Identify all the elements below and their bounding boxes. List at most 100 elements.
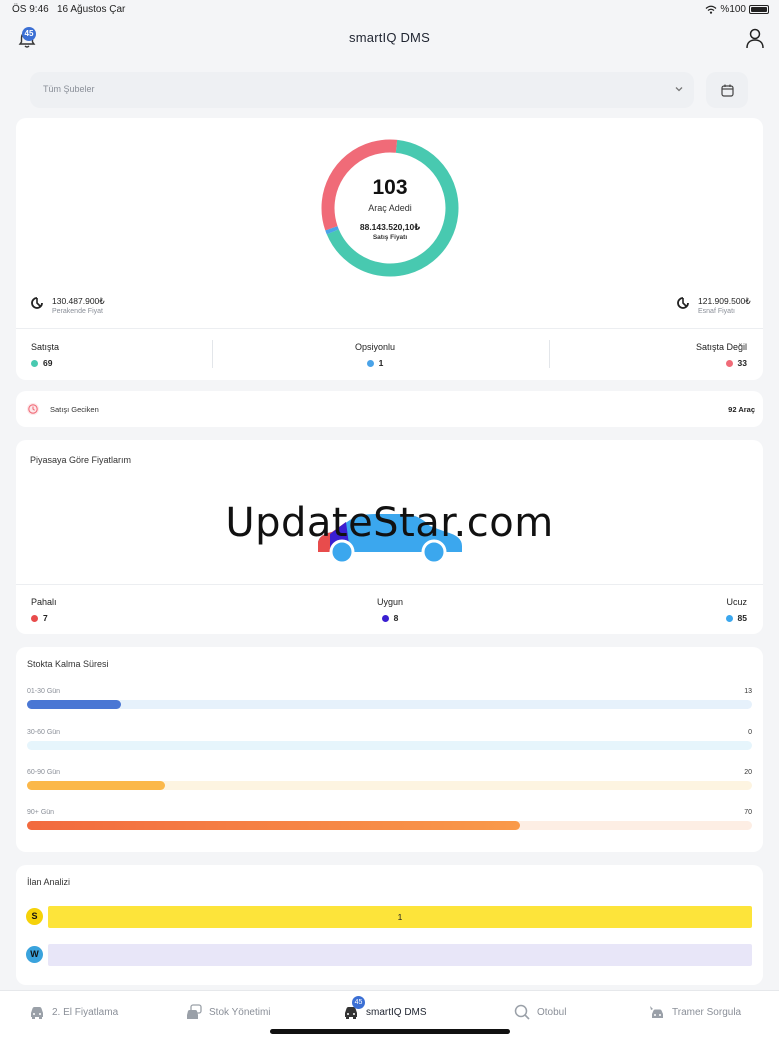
bar-track [27, 741, 752, 750]
divider [549, 340, 550, 368]
stat-value: 85 [737, 613, 747, 623]
tab-tramer-query[interactable]: Tramer Sorgula [648, 1001, 741, 1023]
divider [16, 584, 763, 585]
app-header: 45 smartIQ DMS [0, 20, 779, 56]
delayed-sales-label: Satışı Geciken [50, 405, 99, 414]
ad-analysis-title: İlan Analizi [27, 877, 71, 887]
tab-label: 2. El Fiyatlama [52, 1006, 119, 1018]
sales-price-value: 88.143.520,10₺ [359, 222, 421, 232]
status-bar: ÖS 9:46 16 Ağustos Çar %100 [0, 0, 779, 18]
wifi-icon [705, 5, 717, 14]
stat-fair[interactable]: Uygun 8 [377, 597, 403, 623]
status-date: 16 Ağustos Çar [57, 4, 126, 15]
w-logo: W [26, 946, 43, 963]
divider [212, 340, 213, 368]
status-time: ÖS 9:46 [12, 4, 49, 15]
dealer-price-label: Esnaf Fiyatı [698, 308, 735, 315]
stat-value: 7 [43, 613, 48, 623]
stat-label: Ucuz [726, 597, 747, 607]
bar-track [27, 700, 752, 709]
price-gauge-icon [677, 297, 689, 309]
stat-value: 69 [43, 358, 53, 368]
vehicle-count: 103 [372, 176, 408, 199]
stat-label: Pahalı [31, 597, 57, 607]
sahibinden-logo: S [26, 908, 43, 925]
stat-label: Satışta Değil [695, 342, 747, 352]
donut-center: 103 Araç Adedi 88.143.520,10₺ Satış Fiya… [320, 138, 460, 278]
bar-fill [27, 781, 165, 790]
battery-percent: %100 [720, 4, 746, 15]
search-icon [514, 1004, 530, 1020]
stat-label: Opsiyonlu [355, 342, 396, 352]
status-dot [725, 614, 733, 622]
branch-select[interactable]: Tüm Şubeler [30, 72, 694, 108]
market-price-card: Piyasaya Göre Fiyatlarım UpdateStar.com … [16, 440, 763, 634]
ad-analysis-card: İlan Analizi S 1 W [16, 865, 763, 985]
tab-label: Otobul [537, 1006, 567, 1018]
stat-optional[interactable]: Opsiyonlu 1 [355, 342, 395, 368]
tab-label: Stok Yönetimi [209, 1006, 271, 1018]
status-dot [381, 614, 389, 622]
divider [16, 328, 763, 329]
tab-used-car-pricing[interactable]: 2. El Fiyatlama [28, 1001, 118, 1023]
car-icon [31, 1007, 43, 1019]
home-indicator [270, 1029, 510, 1034]
bar-label: 01-30 Gün [27, 688, 61, 695]
stat-label: Uygun [377, 597, 404, 607]
status-dot [31, 614, 38, 622]
bar-count: 13 [744, 688, 752, 695]
chevron-down-icon [675, 87, 683, 92]
stat-not-on-sale[interactable]: Satışta Değil 33 [696, 342, 747, 368]
bar-fill [27, 821, 520, 830]
stat-value: 33 [737, 358, 747, 368]
bar-track [27, 821, 752, 830]
page-title: smartIQ DMS [349, 30, 430, 45]
tab-stock-management[interactable]: Stok Yönetimi [185, 1001, 271, 1023]
ad-bar [48, 944, 752, 966]
clock-icon [27, 403, 39, 415]
vehicle-count-label: Araç Adedi [368, 203, 412, 213]
crash-car-icon [650, 1006, 663, 1018]
market-price-title: Piyasaya Göre Fiyatlarım [30, 455, 132, 465]
tab-label: Tramer Sorgula [672, 1006, 742, 1018]
ad-row-w[interactable]: W [26, 944, 752, 966]
status-dot [725, 359, 733, 367]
stat-on-sale[interactable]: Satışta 69 [31, 342, 59, 368]
user-profile-icon[interactable] [745, 27, 765, 49]
stock-duration-title: Stokta Kalma Süresi [27, 659, 109, 669]
stat-cheap[interactable]: Ucuz 85 [725, 597, 747, 623]
bar-label: 90+ Gün [27, 809, 55, 816]
delayed-sales-card[interactable]: Satışı Geciken 92 Araç [16, 391, 763, 427]
stock-cars-icon [187, 1004, 202, 1019]
tab-otobul[interactable]: Otobul [513, 1001, 566, 1023]
ad-row-sahibinden[interactable]: S 1 [26, 906, 752, 928]
bar-track [27, 781, 752, 790]
stat-expensive[interactable]: Pahalı 7 [31, 597, 57, 623]
watermark: UpdateStar.com [225, 500, 554, 546]
retail-price-value: 130.487.900₺ [52, 296, 105, 306]
stat-value: 1 [378, 358, 384, 368]
dms-car-icon-wrap: 45 [342, 996, 365, 1021]
ad-bar: 1 [48, 906, 752, 928]
tab-smartiq-dms[interactable]: 45 smartIQ DMS [342, 996, 427, 1023]
bar-label: 60-90 Gün [27, 769, 61, 776]
dealer-price-value: 121.909.500₺ [698, 296, 751, 306]
stat-label: Satışta [31, 342, 60, 352]
tab-label: smartIQ DMS [366, 1006, 427, 1018]
bar-count: 70 [744, 809, 752, 816]
stock-duration-card: Stokta Kalma Süresi 01-30 Gün 13 30-60 G… [16, 647, 763, 852]
summary-card: 103 Araç Adedi 88.143.520,10₺ Satış Fiya… [16, 118, 763, 380]
status-dot [31, 359, 38, 367]
tab-badge: 45 [352, 996, 365, 1009]
bar-fill [27, 700, 122, 709]
sales-price-label: Satış Fiyatı [372, 234, 408, 241]
battery-icon [749, 5, 769, 14]
bar-count: 0 [748, 729, 752, 736]
bar-label: 30-60 Gün [27, 729, 61, 736]
bar-count: 20 [744, 769, 752, 776]
stat-value: 8 [393, 613, 399, 623]
branch-select-placeholder: Tüm Şubeler [43, 84, 95, 94]
delayed-sales-value: 92 Araç [728, 405, 755, 414]
calendar-button[interactable] [706, 72, 748, 108]
calendar-icon [720, 84, 734, 97]
